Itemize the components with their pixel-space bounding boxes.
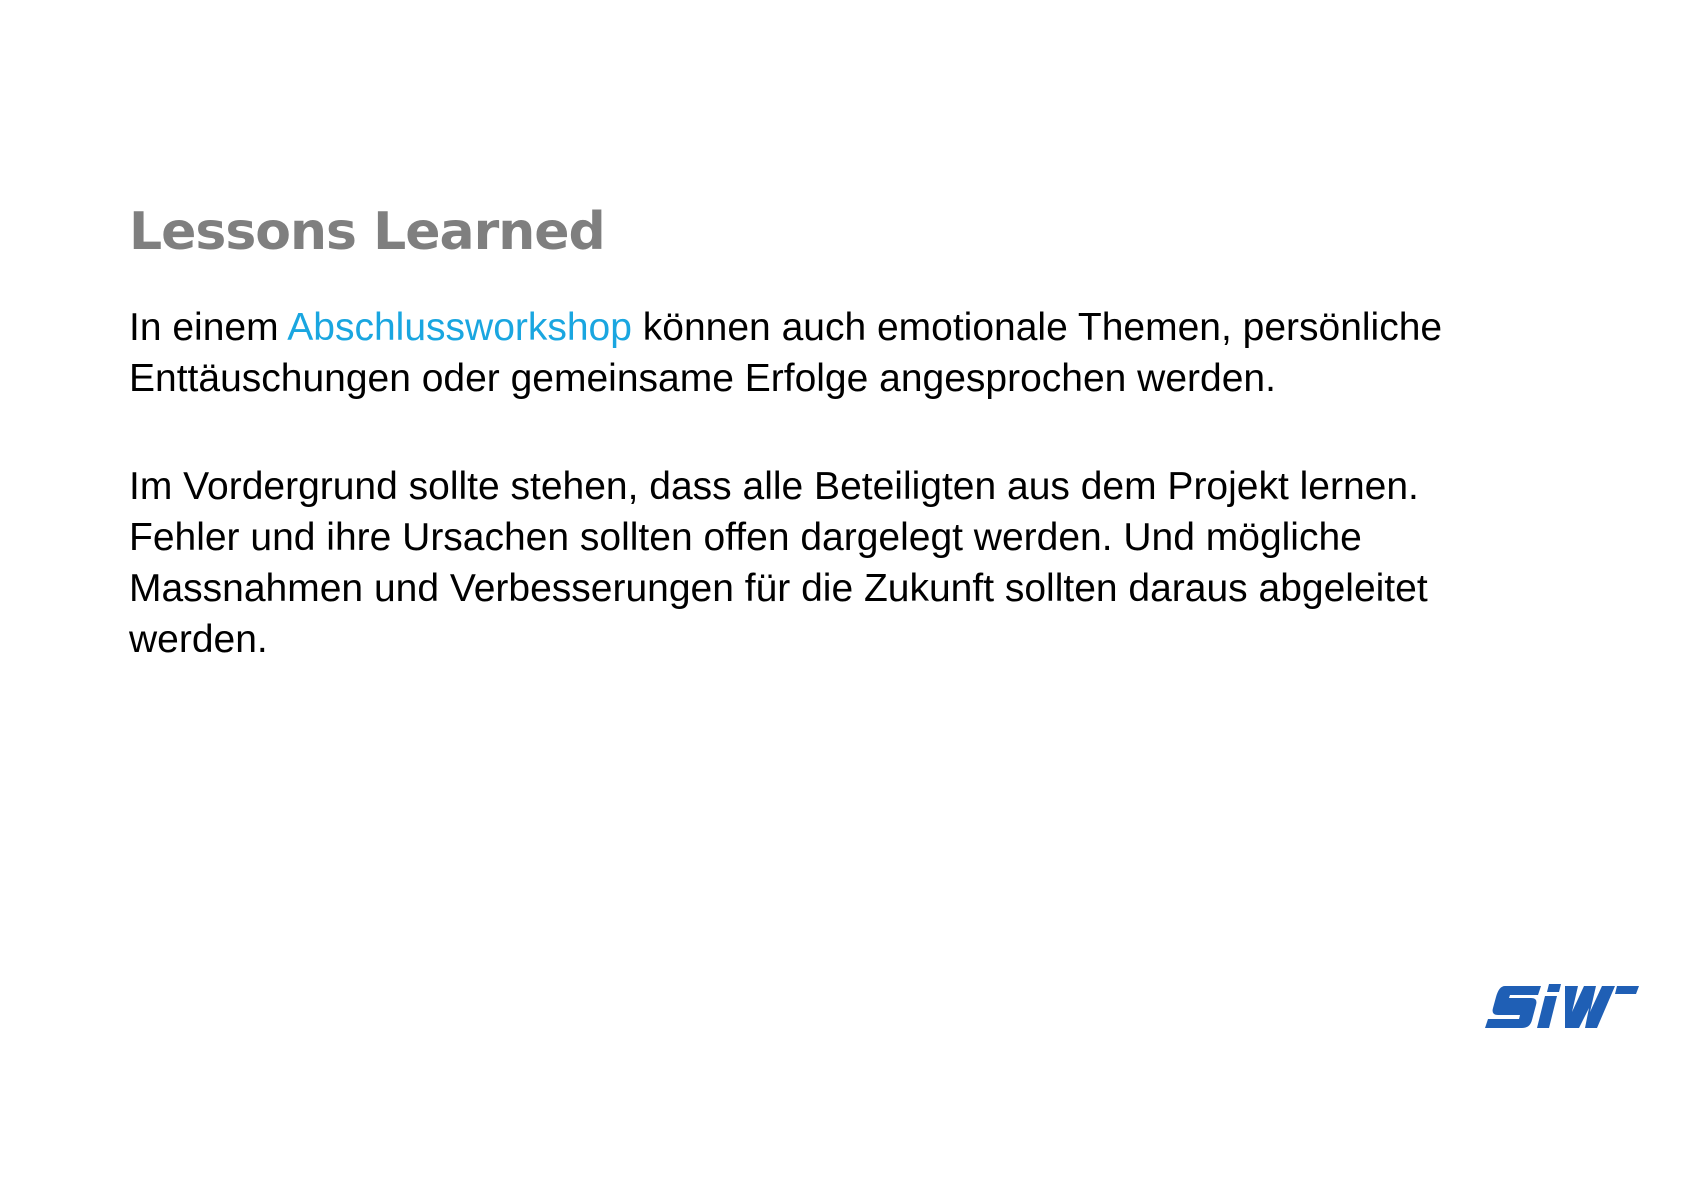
paragraph-workshop-lead: In einem [129, 306, 288, 349]
abschlussworkshop-highlight: Abschlussworkshop [287, 306, 632, 349]
paragraph-lessons-line-2: Fehler und ihre Ursachen sollten offen d… [129, 516, 1362, 559]
paragraph-lessons-line-3: Massnahmen und Verbesserungen für die Zu… [129, 567, 1428, 610]
paragraph-lessons: Im Vordergrund sollte stehen, dass alle … [129, 461, 1589, 665]
paragraph-workshop: In einem Abschlussworkshop können auch e… [129, 302, 1589, 404]
paragraph-lessons-line-1: Im Vordergrund sollte stehen, dass alle … [129, 465, 1419, 508]
siw-logo-icon [1485, 984, 1639, 1028]
slide: Lessons Learned In einem Abschlussworksh… [0, 0, 1683, 1190]
paragraph-lessons-line-4: werden. [129, 618, 268, 661]
slide-title: Lessons Learned [129, 202, 606, 262]
